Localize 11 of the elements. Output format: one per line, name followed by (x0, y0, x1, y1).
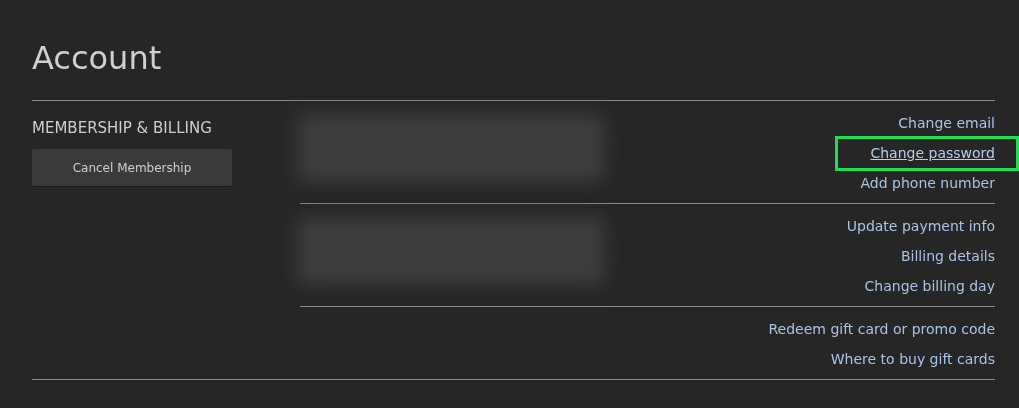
page-title: Account (32, 38, 163, 79)
account-link[interactable]: Redeem gift card or promo code (768, 321, 995, 337)
account-link[interactable]: Add phone number (860, 175, 995, 191)
account-link[interactable]: Billing details (901, 248, 995, 264)
account-link[interactable]: Change password (870, 145, 995, 161)
account-link[interactable]: Update payment info (846, 218, 995, 234)
section-heading: MEMBERSHIP & BILLING (32, 119, 212, 137)
account-link[interactable]: Change billing day (864, 278, 995, 294)
account-link[interactable]: Change email (898, 115, 995, 131)
cancel-membership-button[interactable]: Cancel Membership (32, 149, 232, 186)
account-link[interactable]: Where to buy gift cards (830, 351, 995, 367)
